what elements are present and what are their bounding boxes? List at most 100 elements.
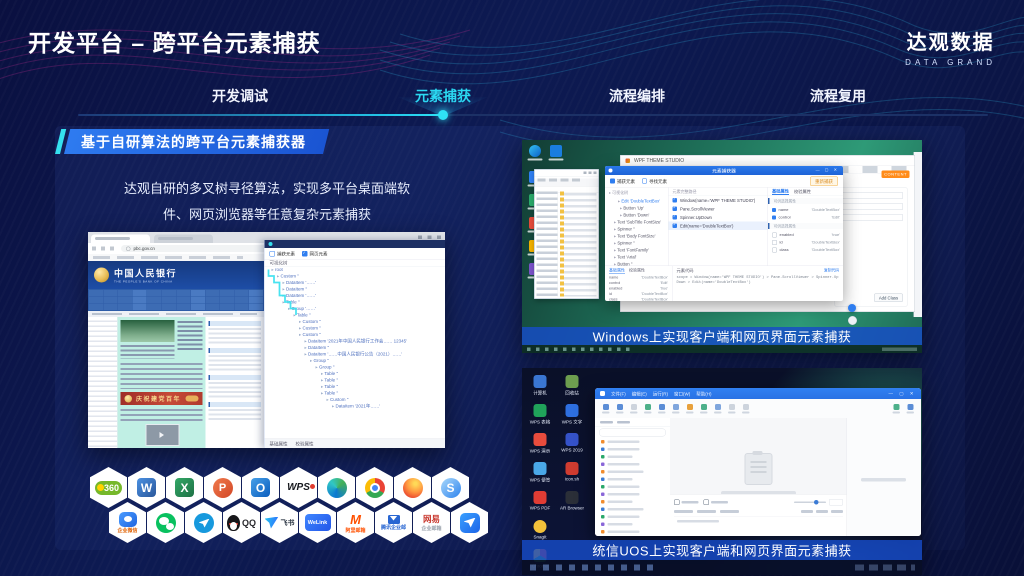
activity-item[interactable] (595, 461, 670, 469)
explorer-nav-pane[interactable] (537, 192, 559, 297)
zoom-slider[interactable] (794, 499, 843, 506)
activity-item[interactable] (595, 506, 670, 514)
capture-float-button-2[interactable] (848, 316, 857, 325)
site-info-icon (126, 246, 131, 251)
sogou-browser-icon: S (441, 478, 461, 498)
pboc-content: 庆祝建党百年 (88, 317, 264, 448)
activity-item[interactable] (595, 483, 670, 491)
word-icon: W (137, 478, 156, 497)
activity-item[interactable] (595, 468, 670, 476)
prop-row[interactable]: name'DoubleTextBox' (768, 206, 843, 214)
capture-element-option[interactable]: 捕获元素 (610, 178, 635, 185)
uos-icon-script[interactable]: icon.sh (557, 462, 587, 482)
element-code: scope = Window(name='WPF THEME STUDIO') … (677, 275, 840, 285)
uos-icon-wps-doc[interactable]: WPS 文字 (557, 404, 587, 425)
menu-run[interactable]: 运行(R) (653, 390, 668, 397)
add-class-button[interactable]: Add Class (874, 294, 903, 303)
activity-item[interactable] (595, 521, 670, 529)
copy-code-button[interactable]: 复制代码 (824, 268, 839, 274)
app-hex-tencent-exmail: 腾讯企业邮 (375, 502, 412, 543)
edge-desktop-icon[interactable] (529, 145, 541, 157)
right-info-column (206, 317, 265, 448)
capture-float-button[interactable] (848, 304, 856, 312)
prop-row[interactable]: class'DoubleTextBox' (768, 246, 843, 254)
uos-taskbar[interactable] (522, 560, 922, 575)
tab-basic-props[interactable]: 基础属性 (772, 188, 789, 195)
outlook-icon: O (251, 478, 270, 497)
path-row[interactable]: Pane.ScrollViewer (669, 205, 768, 214)
tab-flow-reuse[interactable]: 流程复用 (810, 86, 866, 106)
tab-dev-debug[interactable]: 开发调试 (212, 86, 268, 106)
welink-icon: WeLink (305, 514, 331, 531)
path-row-selected[interactable]: Edit(name='DoubleTextBox') (669, 222, 768, 231)
pboc-header: 中国人民银行 THE PEOPLE'S BANK OF CHINA (88, 261, 264, 289)
tab-progress-line-active (78, 114, 443, 116)
uos-icon-wps2019[interactable]: WPS 2019 (557, 433, 587, 453)
window-controls[interactable] (418, 236, 441, 240)
uos-window-controls[interactable]: — ▢ ✕ (888, 391, 916, 397)
app-hex-netease-mail: 网易企业邮箱 (413, 502, 450, 543)
uos-icon-wps-show[interactable]: WPS 演示 (525, 433, 555, 454)
tab-verify-props[interactable]: 校验属性 (296, 440, 314, 447)
dialog-window-controls[interactable]: — ▢ ✕ (816, 168, 839, 173)
path-row[interactable]: Spinner.UpDown (669, 213, 768, 222)
content-button[interactable]: CONTENT (882, 171, 910, 179)
flow-canvas[interactable] (670, 418, 847, 536)
activity-item[interactable] (595, 446, 670, 454)
checkbox-icon (270, 251, 276, 257)
element-capture-dialog: 元素捕获器 — ▢ ✕ 捕获元素 寻找元素 重新捕获 可视化树 Edit 'Do… (605, 166, 843, 301)
uos-icon-wps-sheet[interactable]: WPS 表格 (525, 404, 555, 425)
capture-element-toggle[interactable]: 捕获元素 (270, 250, 296, 257)
prop-row[interactable]: enabled'true' (768, 231, 843, 239)
tab-verify-props[interactable]: 校验属性 (794, 189, 811, 195)
brand-logo: 达观数据 DATA GRAND (905, 26, 996, 67)
uos-icon-browser[interactable]: AR Browser (557, 491, 587, 511)
menu-edit[interactable]: 编辑(E) (632, 390, 647, 397)
menu-window[interactable]: 窗口(W) (674, 390, 690, 397)
palette-search-input[interactable] (599, 429, 666, 437)
browser-tab[interactable] (154, 235, 213, 244)
app-hex-tim (451, 502, 488, 543)
uos-icon-wps-note[interactable]: WPS 便签 (525, 462, 555, 483)
pboc-nav-grid[interactable] (88, 289, 264, 311)
uos-icon-wps-pdf[interactable]: WPS PDF (525, 491, 555, 511)
teamviewer-desktop-icon[interactable] (550, 145, 562, 157)
web-element-toggle[interactable]: 网页元素 (302, 250, 328, 257)
windows-taskbar[interactable] (522, 345, 922, 353)
tab-flow-orchestration[interactable]: 流程编排 (609, 86, 665, 106)
activity-item[interactable] (595, 453, 670, 461)
element-code-panel: 元素代码复制代码 scope = Window(name='WPF THEME … (673, 266, 844, 301)
file-explorer-window (534, 169, 599, 299)
activity-item[interactable] (595, 536, 670, 537)
browser-nav-buttons[interactable] (92, 247, 117, 251)
activity-item[interactable] (595, 498, 670, 506)
app-hex-qq: QQ (223, 502, 260, 543)
wechat-icon (156, 513, 176, 533)
dialog-app-icon (609, 169, 613, 173)
prop-row[interactable]: id'DoubleTextBox' (768, 239, 843, 247)
uos-icon-trash[interactable]: 回收站 (557, 375, 587, 396)
activity-item[interactable] (595, 476, 670, 484)
brand-logo-en: DATA GRAND (905, 58, 996, 67)
recapture-button[interactable]: 重新捕获 (810, 176, 838, 186)
studio-window-title: WPF THEME STUDIO (634, 158, 684, 164)
uos-icon-snagit[interactable]: SnagIt (525, 520, 555, 540)
uos-capture-screenshot: 计算机 回收站 WPS 表格 WPS 文字 WPS 演示 WPS 2019 WP… (522, 368, 922, 575)
tab-basic-props[interactable]: 基础属性 (270, 440, 288, 447)
element-capture-panel: 捕获元素 网页元素 可视化树 root Custom '' DataItem '… (264, 240, 445, 448)
explorer-file-list[interactable] (560, 192, 597, 297)
menu-file[interactable]: 文件(F) (611, 390, 626, 397)
activity-item[interactable] (595, 528, 670, 536)
activity-item[interactable] (595, 513, 670, 521)
activity-item[interactable] (595, 491, 670, 499)
browser-tab[interactable] (91, 235, 150, 244)
menu-help[interactable]: 帮助(H) (696, 390, 711, 397)
activity-list (595, 438, 670, 536)
activity-item[interactable] (595, 438, 670, 446)
path-row[interactable]: Window(name='WPF THEME STUDIO') (669, 196, 768, 205)
uos-icon-computer[interactable]: 计算机 (525, 375, 555, 396)
element-path-panel: 元素完整路径 Window(name='WPF THEME STUDIO') P… (669, 188, 769, 266)
prop-row[interactable]: control'Edit' (768, 214, 843, 222)
description-line-2: 件、网页浏览器等任意复杂元素捕获 (84, 202, 450, 228)
find-element-option[interactable]: 寻找元素 (642, 178, 667, 185)
